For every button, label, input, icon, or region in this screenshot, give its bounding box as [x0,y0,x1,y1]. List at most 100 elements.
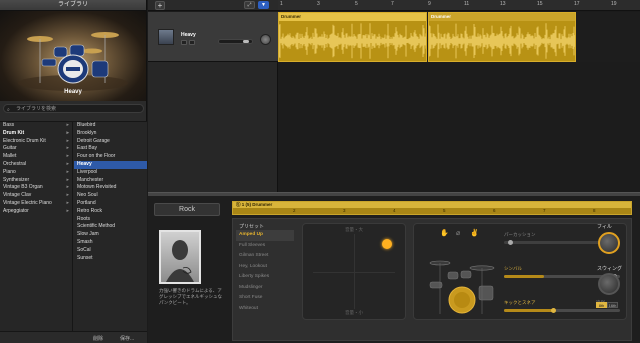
preset-item[interactable]: Mudslinger [236,283,294,294]
subcategory-item[interactable]: Portland [74,200,147,208]
library-panel: ライブラリ Heavy ⌕ ライブラリを検索 Bass ▸ Drum Kit ▸… [0,0,147,343]
tambourine-icon[interactable]: ⌀ [456,229,460,237]
category-item[interactable]: Arpeggiator ▸ [0,208,72,216]
category-label: Electronic Drum Kit [3,137,46,144]
preset-item-selected[interactable]: Amped Up [236,230,294,241]
chevron-right-icon: ▸ [66,168,69,175]
subcategory-item[interactable]: Neo Soul [74,192,147,200]
empty-tracks-area[interactable] [278,62,640,192]
preset-item[interactable]: Short Fuse [236,293,294,304]
category-item[interactable]: Vintage Electric Piano ▸ [0,200,72,208]
fill-knob[interactable] [598,232,620,254]
chevron-right-icon: ▸ [66,184,69,191]
subcategory-item[interactable]: Slow Jam [74,231,147,239]
timeline-ruler[interactable]: 1 3 5 7 9 11 13 15 17 19 [278,0,640,11]
preset-item[interactable]: Full Sleeves [236,241,294,252]
track-volume-slider[interactable] [218,39,253,44]
kick-snare-slider[interactable] [504,308,620,313]
category-label: Arpeggiator [3,207,29,214]
subcategory-item[interactable]: Sunset [74,255,147,263]
slider-thumb[interactable] [508,240,513,245]
category-item[interactable]: Piano ▸ [0,169,72,177]
preset-item[interactable]: Gilman Street [236,251,294,262]
subcategory-item[interactable]: Detroit Garage [74,138,147,146]
category-item[interactable]: Synthesizer ▸ [0,177,72,185]
chevron-right-icon: ▸ [66,137,69,144]
preset-item[interactable]: Hey, Lookout [236,262,294,273]
subcategory-item-selected[interactable]: Heavy [74,160,147,169]
delete-button[interactable]: 削除 [93,335,103,342]
preset-header: プリセット [239,224,265,230]
mute-button[interactable] [181,40,187,45]
slider-fill [504,275,544,278]
region-waveform [429,23,575,59]
subcategory-item[interactable]: East Bay [74,145,147,153]
swing-8th-button[interactable]: 8th [596,302,607,308]
library-footer: 削除 保存... [0,331,147,343]
category-item[interactable]: Guitar ▸ [0,145,72,153]
category-item[interactable]: Vintage B3 Organ ▸ [0,184,72,192]
preset-item[interactable]: Whiteout [236,304,294,315]
xy-label-loud: 音量・大 [345,227,363,232]
xy-pad[interactable]: 音量・大 音量・小 [302,223,406,320]
track-pan-knob[interactable] [260,34,271,45]
ruler-tick: 2 [293,208,296,213]
category-label: Synthesizer [3,176,30,183]
library-title: ライブラリ [0,0,146,11]
add-track-button[interactable]: + [155,1,165,10]
category-item[interactable]: Orchestral ▸ [0,161,72,169]
drummer-description: 力強い響きのドラムによる、アグレッシブでエネルギッシュなパンクビート。 [159,288,222,305]
subcategory-item[interactable]: Scientific Method [74,223,147,231]
xy-puck[interactable] [382,239,392,249]
preset-item[interactable]: Liberty Spikes [236,272,294,283]
shaker-icon[interactable]: ✋ [440,229,449,237]
slider-thumb[interactable] [551,308,556,313]
headphones-icon[interactable] [189,40,195,45]
xy-label-soft: 音量・小 [345,310,363,315]
category-label: Orchestral [3,160,27,167]
drummer-editor: Rock 力強い響きのドラムによる、アグレッシブでエネルギッシュなパンクビート。… [148,196,640,343]
library-search-input[interactable]: ⌕ ライブラリを検索 [3,104,144,113]
percussion-label: パーカッション [504,232,536,237]
ruler-tick: 1 [280,1,283,7]
category-item[interactable]: Bass ▸ [0,122,72,130]
subcategory-item[interactable]: Motown Revisited [74,184,147,192]
waveform-path [279,23,426,59]
volume-thumb[interactable] [243,40,249,43]
drummer-region-ruler[interactable]: ⓑ 1 (5) Drummer 2 3 4 5 6 7 8 [232,201,632,215]
swing-label: スウィング [597,266,623,272]
track-header[interactable]: Heavy [148,12,278,62]
ruler-tick: 15 [537,1,543,7]
ruler-tick: 19 [611,1,617,7]
swing-knob[interactable] [598,273,620,295]
subcategory-item[interactable]: Smash [74,239,147,247]
category-label: Vintage B3 Organ [3,184,43,191]
region-waveform [279,23,426,59]
drummer-region[interactable]: Drummer [428,12,576,62]
subcategory-item[interactable]: Manchester [74,177,147,185]
swing-16th-button[interactable]: 16th [607,302,618,308]
clap-icon[interactable]: ✌ [470,229,479,237]
subcategory-item[interactable]: Brooklyn [74,130,147,138]
save-button[interactable]: 保存... [120,335,134,342]
category-item[interactable]: Electronic Drum Kit ▸ [0,138,72,146]
filter-button[interactable]: ▼ [258,1,269,9]
catch-playhead-button[interactable]: ⤢ [244,1,255,9]
ruler-tick: 5 [443,208,446,213]
subcategory-item[interactable]: Retro Rock [74,208,147,216]
genre-button[interactable]: Rock [154,203,220,216]
category-item[interactable]: Vintage Clav ▸ [0,192,72,200]
drum-kit-icon[interactable] [416,242,506,317]
subcategory-item[interactable]: Roots [74,216,147,224]
library-subcategory-column: Bluebird Brooklyn Detroit Garage East Ba… [74,122,147,331]
library-preset-name: Heavy [64,89,82,95]
subcategory-item[interactable]: Four on the Floor [74,153,147,161]
subcategory-item[interactable]: Liverpool [74,169,147,177]
subcategory-item[interactable]: Bluebird [74,122,147,130]
subcategory-item[interactable]: SoCal [74,247,147,255]
drummer-region[interactable]: Drummer [278,12,427,62]
preset-list: Amped Up Full Sleeves Gilman Street Hey,… [236,230,294,320]
ruler-tick: 3 [317,1,320,7]
category-item[interactable]: Mallet ▸ [0,153,72,161]
category-item[interactable]: Drum Kit ▸ [0,130,72,138]
